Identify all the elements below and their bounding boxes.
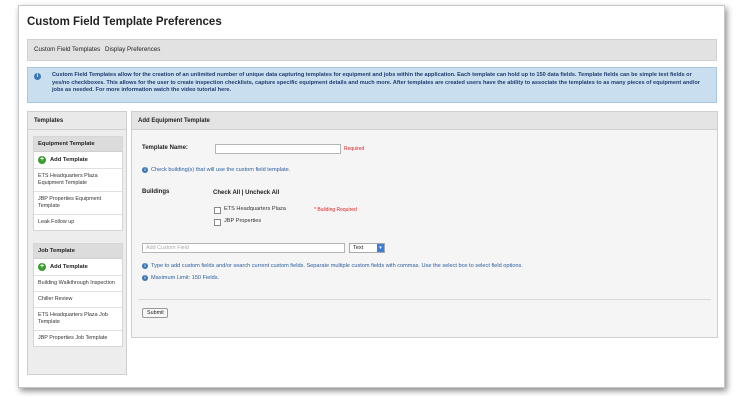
field-type-select[interactable]: Text ▾ <box>349 243 385 253</box>
info-icon: i <box>142 275 148 281</box>
job-template-title: Job Template <box>38 248 75 254</box>
building-checkbox[interactable] <box>214 207 221 214</box>
list-item[interactable]: JBP Properties Job Template <box>34 331 122 346</box>
page-title: Custom Field Template Preferences <box>27 16 222 28</box>
submit-button[interactable]: Submit <box>142 308 168 318</box>
add-template-label: Add Template <box>50 157 88 163</box>
add-custom-field-input[interactable]: Add Custom Field <box>142 243 345 253</box>
plus-circle-icon: + <box>38 156 46 164</box>
buildings-label: Buildings <box>142 189 170 195</box>
info-icon: i <box>142 167 148 173</box>
list-item[interactable]: ETS Headquarters Plaza Job Template <box>34 308 122 331</box>
add-template-label: Add Template <box>50 264 88 270</box>
info-icon: i <box>142 263 148 269</box>
sidebar-header: Templates <box>28 112 126 130</box>
add-custom-field-placeholder: Add Custom Field <box>146 245 189 251</box>
job-template-group: Job Template + Add Template Building Wal… <box>33 243 123 347</box>
check-all-toggle[interactable]: Check All | Uncheck All <box>213 190 279 196</box>
equipment-template-title: Equipment Template <box>38 141 95 147</box>
sidebar-title: Templates <box>34 118 64 124</box>
building-label: ETS Headquarters Plaza <box>224 206 286 212</box>
submit-label: Submit <box>147 310 164 316</box>
tab-display-preferences[interactable]: Display Preferences <box>105 46 160 53</box>
plus-circle-icon: + <box>38 263 46 271</box>
add-equipment-template-button[interactable]: + Add Template <box>34 152 122 169</box>
panel-header: Add Equipment Template <box>132 112 717 130</box>
list-item[interactable]: JBP Properties Equipment Template <box>34 192 122 215</box>
check-buildings-hint: Check building(s) that will use the cust… <box>151 167 291 173</box>
app-window: Custom Field Template Preferences Custom… <box>18 5 725 388</box>
custom-field-hint: Type to add custom fields and/or search … <box>151 263 523 269</box>
add-template-panel: Add Equipment Template Template Name: Re… <box>131 111 718 338</box>
templates-sidebar: Templates Equipment Template + Add Templ… <box>27 111 127 375</box>
info-icon: i <box>34 73 41 80</box>
job-template-header: Job Template <box>34 244 122 259</box>
template-name-input[interactable] <box>215 144 341 154</box>
info-banner: i Custom Field Templates allow for the c… <box>27 67 717 103</box>
template-name-label: Template Name: <box>142 145 188 151</box>
tab-bar: Custom Field Templates Display Preferenc… <box>27 39 717 61</box>
info-text: Custom Field Templates allow for the cre… <box>52 72 700 94</box>
max-limit-text: Maximum Limit: 150 Fields. <box>151 275 220 281</box>
list-item[interactable]: Leak Follow up <box>34 215 122 230</box>
panel-title: Add Equipment Template <box>138 118 210 124</box>
list-item[interactable]: Chiller Review <box>34 292 122 308</box>
chevron-down-icon: ▾ <box>377 244 384 252</box>
add-job-template-button[interactable]: + Add Template <box>34 259 122 276</box>
building-checkbox[interactable] <box>214 219 221 226</box>
field-type-value: Text <box>353 245 364 251</box>
required-indicator: Required <box>344 146 365 152</box>
building-required-indicator: * Building Required <box>314 207 357 213</box>
building-label: JBP Properties <box>224 218 262 224</box>
equipment-template-group: Equipment Template + Add Template ETS He… <box>33 136 123 231</box>
divider <box>138 299 711 300</box>
list-item[interactable]: ETS Headquarters Plaza Equipment Templat… <box>34 169 122 192</box>
equipment-template-header: Equipment Template <box>34 137 122 152</box>
list-item[interactable]: Building Walkthrough Inspection <box>34 276 122 292</box>
tab-custom-field-templates[interactable]: Custom Field Templates <box>34 46 100 53</box>
